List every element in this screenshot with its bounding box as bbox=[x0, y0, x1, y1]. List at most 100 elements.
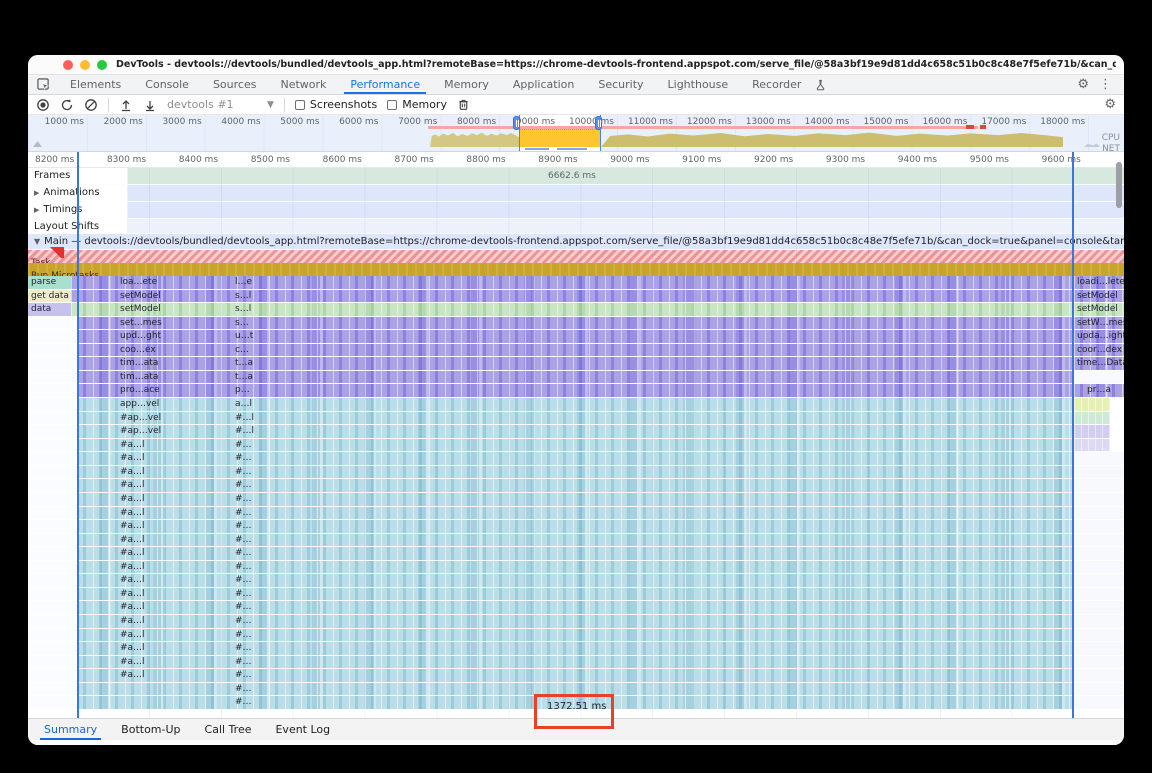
flame-entry-label[interactable]: loadi…lete bbox=[1077, 277, 1124, 287]
flame-bars[interactable]: #a…l #… bbox=[77, 520, 1073, 533]
flame-bars[interactable]: #a…l #… bbox=[77, 547, 1073, 560]
flame-entry-label[interactable]: app…vel bbox=[120, 399, 159, 409]
flame-entry-label[interactable]: #a…l bbox=[120, 508, 145, 518]
flame-entry-label[interactable]: #a…l bbox=[120, 548, 145, 558]
flame-bars[interactable]: #ap…vel #…l bbox=[77, 425, 1073, 438]
minimize-window-button[interactable] bbox=[80, 60, 90, 70]
capture-settings-gear-icon[interactable]: ⚙ bbox=[1104, 97, 1116, 112]
flame-entry-get-data[interactable]: get data bbox=[28, 290, 71, 303]
flame-bars[interactable]: upd…ghtu…t bbox=[77, 330, 1073, 343]
screenshots-checkbox[interactable]: Screenshots bbox=[295, 98, 377, 111]
task-bar[interactable]: Task bbox=[28, 250, 1124, 263]
bottom-tab-event-log[interactable]: Event Log bbox=[263, 719, 342, 740]
flame-bars[interactable]: setModels…l bbox=[77, 290, 1073, 303]
clear-button[interactable] bbox=[84, 98, 98, 112]
flame-entry-label[interactable]: #… bbox=[235, 548, 252, 558]
flame-entry-label[interactable]: a…l bbox=[235, 399, 252, 409]
main-track-label[interactable]: ▼Main — devtools://devtools/bundled/devt… bbox=[28, 234, 1124, 247]
record-button[interactable] bbox=[36, 98, 50, 112]
inspect-element-icon[interactable] bbox=[28, 75, 58, 94]
flame-entry-label[interactable]: tim…ata bbox=[120, 358, 158, 368]
flame-entry-label[interactable]: #… bbox=[235, 508, 252, 518]
tab-application[interactable]: Application bbox=[501, 75, 586, 94]
tab-performance[interactable]: Performance bbox=[338, 75, 432, 94]
flame-entry-label[interactable]: s…l bbox=[235, 291, 251, 301]
flame-bars[interactable]: loa…etel…e bbox=[77, 276, 1073, 289]
flame-entry-label[interactable]: #a…l bbox=[120, 562, 145, 572]
flame-entry-label[interactable]: tim…ata bbox=[120, 372, 158, 382]
flame-entry-label[interactable]: u…t bbox=[235, 331, 253, 341]
flame-entry-label[interactable]: #… bbox=[235, 589, 252, 599]
flame-bars[interactable]: #a…l#… bbox=[77, 452, 1073, 465]
flame-entry-label[interactable]: #… bbox=[235, 521, 252, 531]
flame-entry-label[interactable]: #… bbox=[235, 562, 252, 572]
flame-entry-label[interactable]: #… bbox=[235, 575, 252, 585]
reload-and-record-button[interactable] bbox=[60, 98, 74, 112]
flame-entry-label[interactable]: #a…l bbox=[120, 521, 145, 531]
layout-shifts-track[interactable]: Layout Shifts bbox=[28, 219, 1124, 234]
flame-entry-label[interactable]: #…l bbox=[235, 426, 254, 436]
flame-entry-parse[interactable]: parse bbox=[28, 276, 71, 289]
flame-bars[interactable]: #a…l#… bbox=[77, 656, 1073, 669]
vertical-scrollbar-thumb[interactable] bbox=[1116, 162, 1122, 208]
flame-entry-label[interactable]: time…Data bbox=[1077, 358, 1124, 368]
main-thread-track[interactable]: ▼Main — devtools://devtools/bundled/devt… bbox=[28, 234, 1124, 250]
flame-entry-data[interactable]: data bbox=[28, 303, 71, 316]
flame-entry-label[interactable]: #… bbox=[235, 670, 252, 680]
tab-network[interactable]: Network bbox=[268, 75, 338, 94]
flame-entry-label[interactable]: #a…l bbox=[120, 670, 145, 680]
close-window-button[interactable] bbox=[63, 60, 73, 70]
flame-entry-label[interactable]: #a…l bbox=[120, 602, 145, 612]
flame-entry-label[interactable]: #a…l bbox=[120, 494, 145, 504]
flame-chart[interactable]: loa…etel…eparseloadi…letesetModels…lget … bbox=[28, 276, 1124, 710]
flame-entry-label[interactable]: loa…ete bbox=[120, 277, 157, 287]
flame-entry-label[interactable]: #a…l bbox=[120, 440, 145, 450]
flame-entry-label[interactable]: set…mes bbox=[120, 318, 162, 328]
tab-security[interactable]: Security bbox=[586, 75, 655, 94]
flame-entry-label[interactable]: #… bbox=[235, 643, 252, 653]
timeline-overview[interactable]: 1000 ms2000 ms3000 ms4000 ms5000 ms6000 … bbox=[28, 115, 1124, 152]
flame-entry-label[interactable]: #…l bbox=[235, 413, 254, 423]
flame-entry-label[interactable]: pro…ace bbox=[120, 385, 160, 395]
flame-bars[interactable]: #a…l #… bbox=[77, 642, 1073, 655]
trash-icon[interactable] bbox=[457, 98, 471, 112]
tab-memory[interactable]: Memory bbox=[432, 75, 501, 94]
flame-bars[interactable]: coo…exc… bbox=[77, 344, 1073, 357]
flame-bars[interactable]: #a…l#… bbox=[77, 479, 1073, 492]
flame-entry-label[interactable]: #… bbox=[235, 684, 252, 694]
flame-bars[interactable]: #a…l#… bbox=[77, 466, 1073, 479]
memory-checkbox[interactable]: Memory bbox=[387, 98, 447, 111]
flame-bars[interactable]: #a…l#… bbox=[77, 493, 1073, 506]
flame-bars[interactable]: #a…l #… bbox=[77, 561, 1073, 574]
flame-entry-label[interactable]: #… bbox=[235, 697, 252, 707]
flame-entry-label[interactable]: #… bbox=[235, 467, 252, 477]
flame-entry-label[interactable]: #a…l bbox=[120, 453, 145, 463]
tab-console[interactable]: Console bbox=[133, 75, 201, 94]
tab-elements[interactable]: Elements bbox=[58, 75, 133, 94]
flame-bars[interactable]: #a…l #… bbox=[77, 507, 1073, 520]
flame-bars[interactable]: #ap…vel#…l bbox=[77, 412, 1073, 425]
flame-bars[interactable]: #a…l#… bbox=[77, 574, 1073, 587]
flame-entry-label[interactable]: #… bbox=[235, 440, 252, 450]
flame-entry-label[interactable]: #a…l bbox=[120, 643, 145, 653]
flame-entry-label[interactable]: #… bbox=[235, 602, 252, 612]
flame-entry-label[interactable]: #… bbox=[235, 630, 252, 640]
flame-bars[interactable]: pro…ace p… bbox=[77, 384, 1073, 397]
flame-entry-label[interactable]: #a…l bbox=[120, 657, 145, 667]
flame-entry-label[interactable]: setModel bbox=[1077, 304, 1124, 314]
flame-entry-label[interactable]: p… bbox=[235, 385, 250, 395]
flame-entry-label[interactable]: setModel bbox=[120, 304, 161, 314]
flame-entry-label[interactable]: #… bbox=[235, 480, 252, 490]
flame-entry-label[interactable]: setModel bbox=[1077, 291, 1124, 301]
flame-entry-label[interactable]: upda…ight bbox=[1077, 331, 1124, 341]
maximize-window-button[interactable] bbox=[97, 60, 107, 70]
checkbox-icon[interactable] bbox=[295, 100, 305, 110]
flame-entry-label[interactable]: #a…l bbox=[120, 630, 145, 640]
run-microtasks-bar[interactable]: Run Microtasks bbox=[28, 263, 1124, 276]
frames-track[interactable]: Frames 6662.6 ms bbox=[28, 168, 1124, 185]
flame-bars[interactable]: #a…l#… bbox=[77, 588, 1073, 601]
flame-entry-label[interactable]: #ap…vel bbox=[120, 426, 161, 436]
flame-bars[interactable]: setModels…l bbox=[77, 303, 1073, 316]
bottom-tab-call-tree[interactable]: Call Tree bbox=[193, 719, 264, 740]
save-profile-icon[interactable] bbox=[143, 98, 157, 112]
